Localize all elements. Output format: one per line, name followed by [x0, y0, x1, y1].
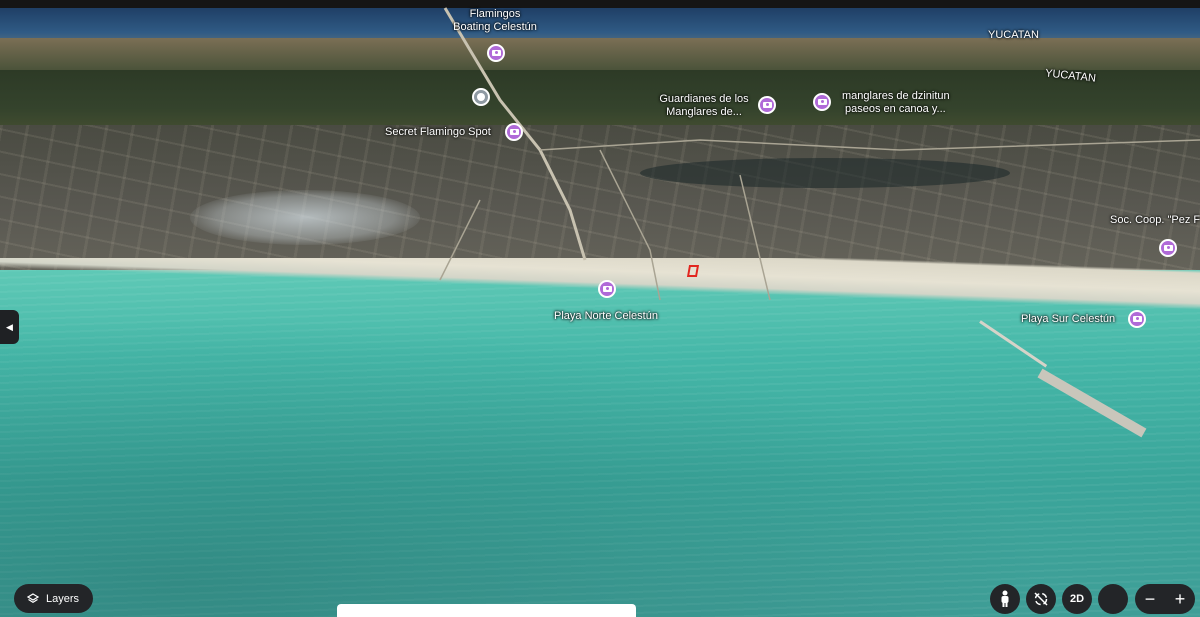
camera-icon: [491, 50, 501, 56]
camera-icon: [762, 102, 772, 108]
side-road: [539, 139, 1200, 151]
layers-button[interactable]: Layers: [14, 584, 93, 613]
place-label-line: Manglares de...: [666, 106, 742, 118]
place-label-line: Boating Celestún: [453, 21, 537, 33]
side-road: [599, 149, 661, 301]
place-label-line: Flamingos: [469, 8, 521, 20]
toggle-2d-button[interactable]: 2D: [1062, 584, 1092, 614]
place-label[interactable]: manglares de dzinitun paseos en canoa y.…: [842, 90, 950, 116]
camera-icon: [817, 99, 827, 105]
side-road: [439, 199, 481, 281]
place-label[interactable]: Flamingos Boating Celestún: [450, 8, 540, 34]
globe-view-button[interactable]: [1098, 584, 1128, 614]
poi-pin[interactable]: [505, 123, 523, 141]
poi-pin[interactable]: [598, 280, 616, 298]
place-label-line: Guardianes de los: [659, 93, 749, 105]
pegman-icon: [1001, 590, 1009, 607]
poi-pin[interactable]: [758, 96, 776, 114]
poi-pin[interactable]: [1159, 239, 1177, 257]
graduation-cap-icon: [477, 93, 485, 101]
camera-icon: [1163, 245, 1173, 251]
map-view[interactable]: Flamingos Boating Celestún Secret Flamin…: [0, 0, 1200, 617]
place-label[interactable]: Secret Flamingo Spot: [385, 126, 491, 139]
camera-icon: [1132, 316, 1142, 322]
layers-icon: [27, 592, 39, 603]
selected-parcel-marker[interactable]: [686, 265, 700, 277]
side-panel-toggle-button[interactable]: ◀: [0, 310, 19, 344]
zoom-control: − +: [1135, 584, 1195, 614]
street-view-button[interactable]: [990, 584, 1020, 614]
place-label-line: paseos en canoa y...: [845, 103, 946, 115]
bottom-panel-handle[interactable]: [337, 604, 636, 617]
poi-pin[interactable]: [1128, 310, 1146, 328]
poi-pin[interactable]: [472, 88, 490, 106]
side-road: [739, 174, 771, 301]
place-label[interactable]: Guardianes de los Manglares de...: [650, 93, 758, 119]
compass-off-icon: [1034, 592, 1048, 606]
layers-label: Layers: [46, 592, 80, 605]
zoom-out-button[interactable]: −: [1136, 585, 1164, 613]
place-label-line: manglares de dzinitun: [842, 90, 950, 102]
camera-icon: [602, 286, 612, 292]
place-label[interactable]: Soc. Coop. "Pez F: [1110, 214, 1200, 227]
place-label[interactable]: Playa Norte Celestún: [554, 310, 658, 323]
road-network: [439, 7, 1200, 301]
region-label: YUCATAN: [988, 29, 1039, 41]
rotate-view-button[interactable]: [1026, 584, 1056, 614]
poi-pin[interactable]: [813, 93, 831, 111]
camera-icon: [509, 129, 519, 135]
place-label[interactable]: Playa Sur Celestún: [1021, 313, 1115, 326]
toggle-2d-label: 2D: [1069, 593, 1085, 605]
poi-pin[interactable]: [487, 44, 505, 62]
chevron-left-icon: ◀: [6, 321, 13, 332]
zoom-in-button[interactable]: +: [1166, 585, 1194, 613]
